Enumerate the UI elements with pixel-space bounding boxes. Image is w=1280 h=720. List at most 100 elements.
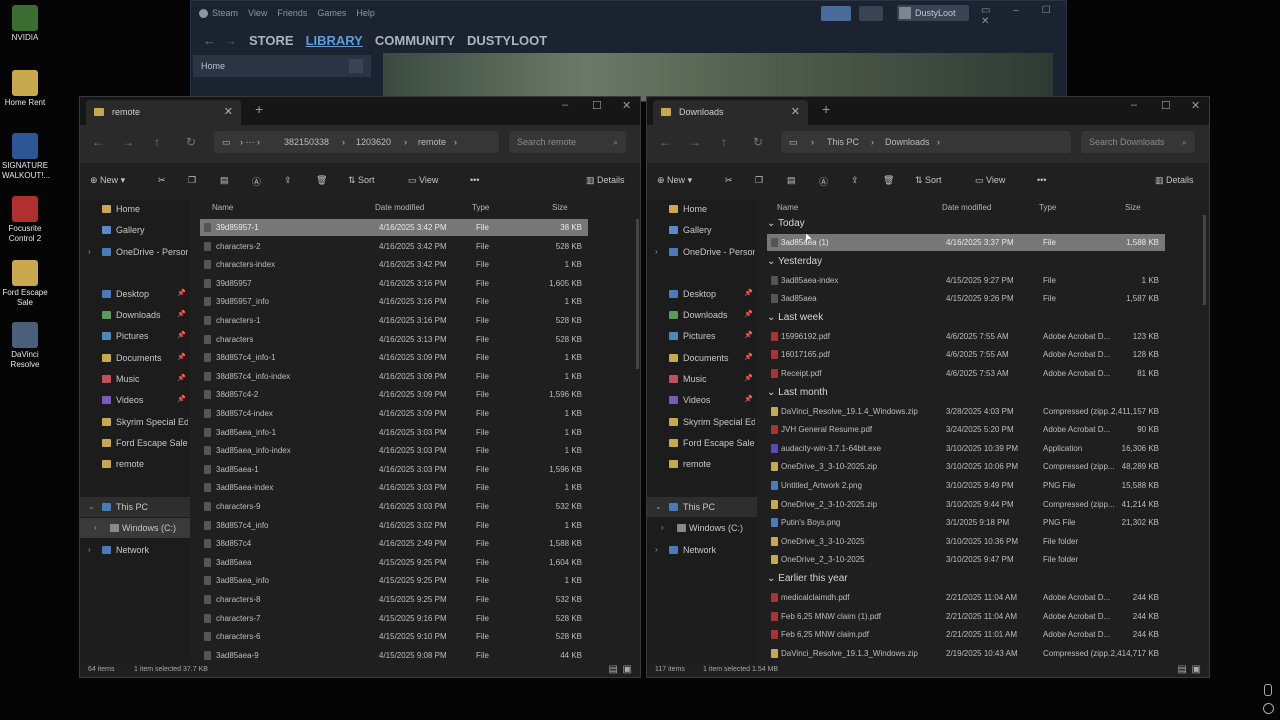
maximize-button[interactable]: ☐ [592, 99, 602, 112]
steam-nav-store[interactable]: STORE [249, 33, 294, 48]
table-row[interactable]: 38d857c4_info 4/16/2025 3:02 PM File 1 KB [200, 517, 588, 534]
new-tab-button[interactable]: + [822, 101, 830, 117]
breadcrumb-item[interactable]: Downloads [885, 131, 930, 153]
nav-item-ford-escape-sale[interactable]: Ford Escape Sale [647, 433, 757, 453]
nav-item-this-pc[interactable]: ⌄ This PC [80, 497, 190, 517]
table-row[interactable]: Receipt.pdf 4/6/2025 7:53 AM Adobe Acrobat… [767, 365, 1165, 382]
minimize-button[interactable]: – [1131, 99, 1137, 111]
table-row[interactable]: OneDrive_2_3-10-2025.zip 3/10/2025 9:44 P… [767, 496, 1165, 513]
nav-item-this-pc[interactable]: ⌄ This PC [647, 497, 757, 517]
table-row[interactable]: characters-9 4/16/2025 3:03 PM File 532 KB [200, 498, 588, 515]
address-bar[interactable]: ▭ › ··· › 382150338 › 1203620 › remote › [214, 131, 499, 153]
nav-item-downloads[interactable]: Downloads 📌 [647, 305, 757, 325]
nav-item-remote[interactable]: remote [647, 454, 757, 474]
steam-nav-community[interactable]: COMMUNITY [375, 33, 455, 48]
share-icon[interactable]: ⇪ [284, 175, 292, 186]
cut-icon[interactable]: ✂ [158, 175, 166, 186]
group-header[interactable]: ⌄ Earlier this year [767, 570, 848, 588]
table-row[interactable]: audacity-win-3.7.1-64bit.exe 3/10/2025 10… [767, 440, 1165, 457]
nav-item-onedrive-personal[interactable]: › OneDrive - Personal [647, 242, 757, 262]
nav-item-documents[interactable]: Documents 📌 [80, 348, 190, 368]
nav-item-downloads[interactable]: Downloads 📌 [80, 305, 190, 325]
table-row[interactable]: 3ad85aea_info-1 4/16/2025 3:03 PM File 1 KB [200, 424, 588, 441]
paste-icon[interactable]: ▤ [787, 175, 796, 186]
nav-item-music[interactable]: Music 📌 [647, 369, 757, 389]
back-arrow-icon[interactable]: ← [203, 33, 216, 48]
pin-icon[interactable]: 📌 [177, 326, 186, 346]
breadcrumb-item[interactable]: 382150338 [284, 131, 329, 153]
tab-left[interactable]: remote ✕ [86, 100, 241, 125]
table-row[interactable]: characters-8 4/15/2025 9:25 PM File 532 KB [200, 591, 588, 608]
breadcrumb-item[interactable]: 1203620 [356, 131, 391, 153]
steam-notifications-button[interactable] [859, 6, 883, 21]
steam-home-button[interactable]: Home [193, 55, 371, 77]
tiles-view-icon[interactable]: ▣ [1192, 663, 1201, 677]
pin-icon[interactable]: 📌 [744, 348, 753, 368]
desktop-icon[interactable]: Home Rent [2, 70, 48, 108]
nav-item-network[interactable]: › Network [80, 540, 190, 560]
group-header[interactable]: ⌄ Today [767, 215, 805, 233]
steam-menu-steam[interactable]: Steam [212, 8, 238, 18]
table-row[interactable]: 38d857c4-2 4/16/2025 3:09 PM File 1,596 KB [200, 386, 588, 403]
details-button[interactable]: ▥ Details [586, 175, 625, 186]
up-arrow-icon[interactable]: ↑ [721, 135, 727, 149]
column-header-size[interactable]: Size [1125, 199, 1141, 217]
maximize-button[interactable]: ☐ [1161, 99, 1171, 112]
chevron-right-icon[interactable]: › [655, 540, 658, 560]
table-row[interactable]: DaVinci_Resolve_19.1.3_Windows.zip 2/19/2… [767, 645, 1165, 662]
group-header[interactable]: ⌄ Yesterday [767, 253, 822, 271]
table-row[interactable]: characters-2 4/16/2025 3:42 PM File 528 KB [200, 238, 588, 255]
breadcrumb-item[interactable]: This PC [827, 131, 859, 153]
table-row[interactable]: 38d857c4_info-1 4/16/2025 3:09 PM File 1 KB [200, 349, 588, 366]
share-icon[interactable]: ⇪ [851, 175, 859, 186]
steam-menu-friends[interactable]: Friends [277, 8, 307, 18]
chevron-right-icon[interactable]: ⌄ [88, 497, 95, 517]
desktop-icon[interactable]: Ford Escape Sale [2, 260, 48, 308]
table-row[interactable]: 38d857c4_info-index 4/16/2025 3:09 PM File… [200, 368, 588, 385]
details-view-icon[interactable]: ▤ [1178, 663, 1187, 677]
forward-arrow-icon[interactable]: → [689, 135, 701, 149]
close-window-button[interactable]: ✕ [1191, 99, 1200, 112]
steam-nav-profile[interactable]: DUSTYLOOT [467, 33, 547, 48]
table-row[interactable]: 38d857c4 4/16/2025 2:49 PM File 1,588 KB [200, 535, 588, 552]
table-row[interactable]: 39d85957_info 4/16/2025 3:16 PM File 1 KB [200, 293, 588, 310]
desktop-icon[interactable]: SIGNATURE WALKOUT!... [2, 133, 50, 181]
group-header[interactable]: ⌄ Last week [767, 309, 823, 327]
nav-item-gallery[interactable]: Gallery [647, 220, 757, 240]
nav-item-desktop[interactable]: Desktop 📌 [647, 284, 757, 304]
pin-icon[interactable]: 📌 [744, 326, 753, 346]
copy-icon[interactable]: ❐ [188, 175, 196, 186]
table-row[interactable]: medicalclaimdh.pdf 2/21/2025 11:04 AM Adob… [767, 589, 1165, 606]
nav-item-onedrive-personal[interactable]: › OneDrive - Personal [80, 242, 190, 262]
nav-item-documents[interactable]: Documents 📌 [647, 348, 757, 368]
table-row[interactable]: OneDrive_2_3-10-2025 3/10/2025 9:47 PM Fil… [767, 551, 1165, 568]
group-header[interactable]: ⌄ Last month [767, 384, 828, 402]
view-button[interactable]: ▭ View [408, 175, 438, 186]
column-header-type[interactable]: Type [1039, 199, 1056, 217]
search-input[interactable]: Search Downloads ⌕ [1081, 131, 1195, 153]
back-arrow-icon[interactable]: ← [92, 135, 104, 149]
table-row[interactable]: Putin's Boys.png 3/1/2025 9:18 PM PNG File… [767, 514, 1165, 531]
desktop-icon[interactable]: NVIDIA [2, 5, 48, 43]
table-row[interactable]: 3ad85aea-9 4/15/2025 9:08 PM File 44 KB [200, 647, 588, 664]
pin-icon[interactable]: 📌 [177, 369, 186, 389]
desktop-icon[interactable]: Focusrite Control 2 [2, 196, 48, 244]
tab-right[interactable]: Downloads ✕ [653, 100, 808, 125]
nav-item-pictures[interactable]: Pictures 📌 [647, 326, 757, 346]
nav-item-music[interactable]: Music 📌 [80, 369, 190, 389]
more-options-icon[interactable]: ••• [1037, 175, 1046, 185]
table-row[interactable]: characters-6 4/15/2025 9:10 PM File 528 KB [200, 628, 588, 645]
address-bar[interactable]: ▭ › This PC › Downloads › [781, 131, 1071, 153]
new-tab-button[interactable]: + [255, 101, 263, 117]
table-row[interactable]: Feb 6,25 MNW claim.pdf 2/21/2025 11:01 AM… [767, 626, 1165, 643]
steam-menu-view[interactable]: View [248, 8, 267, 18]
more-options-icon[interactable]: ••• [470, 175, 479, 185]
copy-icon[interactable]: ❐ [755, 175, 763, 186]
chevron-right-icon[interactable]: › [88, 242, 91, 262]
breadcrumb-more[interactable]: › ··· › [240, 131, 260, 153]
steam-window-controls[interactable]: ▭ – ☐ ✕ [981, 5, 1066, 27]
table-row[interactable]: Untitled_Artwork 2.png 3/10/2025 9:49 PM P… [767, 477, 1165, 494]
table-row[interactable]: OneDrive_3_3-10-2025 3/10/2025 10:36 PM Fi… [767, 533, 1165, 550]
steam-broadcast-button[interactable] [821, 6, 851, 21]
tiles-view-icon[interactable]: ▣ [623, 663, 632, 677]
